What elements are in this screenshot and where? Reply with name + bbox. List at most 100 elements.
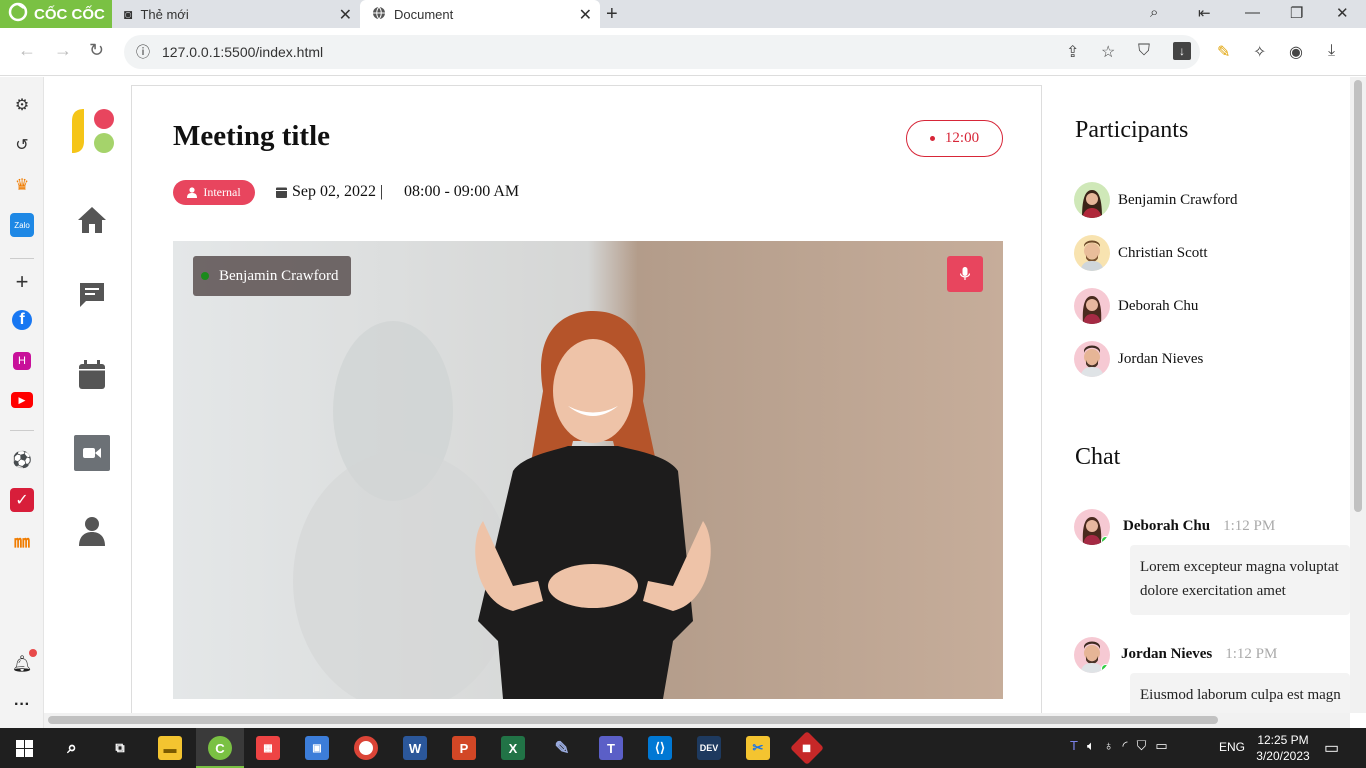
timer-value: 12:00 bbox=[944, 130, 980, 146]
chat-bubble: Eiusmod laborum culpa est magn bbox=[1130, 673, 1350, 713]
user-icon bbox=[187, 187, 198, 198]
mic-tray-icon[interactable]: ♁ bbox=[1104, 738, 1114, 754]
h-app-icon[interactable]: H bbox=[13, 352, 31, 370]
windows-start-icon[interactable] bbox=[12, 736, 36, 760]
language-indicator[interactable]: ENG bbox=[1219, 740, 1245, 754]
chat-message bbox=[1074, 637, 1110, 673]
avatar bbox=[1074, 341, 1110, 377]
back-icon[interactable]: ← bbox=[18, 40, 36, 61]
downloads-icon[interactable]: ⤓ bbox=[1328, 42, 1335, 60]
meeting-time-range: 08:00 - 09:00 AM bbox=[404, 183, 520, 200]
taskbar-clock[interactable]: 12:25 PM 3/20/2023 bbox=[1252, 732, 1314, 764]
football-icon[interactable]: ⚽ bbox=[10, 448, 34, 472]
participant-name: Jordan Nieves bbox=[1118, 350, 1204, 367]
sidebar-toggle-icon[interactable]: ⇤ bbox=[1198, 4, 1211, 22]
word-icon[interactable]: W bbox=[403, 736, 427, 760]
tab-new-tab[interactable]: ◙ Thẻ mới ✕ bbox=[112, 0, 360, 28]
video-call-icon[interactable] bbox=[74, 435, 110, 471]
battery-icon[interactable]: ▭ bbox=[1155, 738, 1167, 754]
history-icon[interactable]: ↺ bbox=[10, 133, 34, 157]
chrome-icon[interactable] bbox=[354, 736, 378, 760]
forward-icon[interactable]: → bbox=[54, 40, 72, 61]
profile-icon[interactable]: ◉ bbox=[1289, 42, 1303, 62]
paint-icon[interactable]: ▣ bbox=[305, 736, 329, 760]
snipping-icon[interactable]: ✂ bbox=[746, 736, 770, 760]
search-icon[interactable]: ⌕ bbox=[60, 736, 84, 760]
participant-item[interactable]: Benjamin Crawford bbox=[1074, 182, 1238, 218]
note-icon[interactable]: ✎ bbox=[1217, 42, 1230, 62]
system-tray: T 🔈︎ ♁ ◜ ⛉ ▭ bbox=[1070, 738, 1168, 754]
volume-icon[interactable]: 🔈︎ bbox=[1087, 738, 1095, 754]
participant-item[interactable]: Christian Scott bbox=[1074, 235, 1208, 271]
app-logo-icon bbox=[70, 107, 116, 158]
close-tab-icon[interactable]: ✕ bbox=[339, 5, 352, 25]
download-video-icon[interactable]: ↓ bbox=[1173, 42, 1191, 60]
wifi-icon[interactable]: ◜ bbox=[1123, 738, 1128, 754]
coccoc-taskbar-icon[interactable]: C bbox=[208, 736, 232, 760]
extensions-icon[interactable]: ✧ bbox=[1253, 42, 1266, 62]
search-tabs-icon[interactable]: ⌕ bbox=[1150, 4, 1158, 21]
close-window-icon[interactable]: ✕ bbox=[1336, 4, 1349, 22]
crown-icon[interactable]: ♛ bbox=[10, 173, 34, 197]
sidebar-divider bbox=[10, 258, 34, 259]
app-icon[interactable]: ▦ bbox=[256, 736, 280, 760]
home-icon[interactable] bbox=[74, 202, 110, 238]
meeting-title: Meeting title bbox=[173, 120, 331, 152]
horizontal-scroll-thumb[interactable] bbox=[48, 716, 1218, 724]
minimize-icon[interactable]: — bbox=[1245, 4, 1260, 21]
avatar bbox=[1074, 509, 1110, 545]
file-explorer-icon[interactable]: ▬ bbox=[158, 736, 182, 760]
tab-document[interactable]: Document ✕ bbox=[360, 0, 600, 28]
task-app-icon[interactable]: ✓ bbox=[10, 488, 34, 512]
chat-heading: Chat bbox=[1075, 444, 1121, 470]
app-navigation bbox=[44, 77, 132, 713]
online-status-dot bbox=[1101, 664, 1110, 673]
security-tray-icon[interactable]: ⛉ bbox=[1137, 738, 1147, 754]
microphone-icon bbox=[960, 267, 970, 280]
microphone-button[interactable] bbox=[947, 256, 983, 292]
new-tab-icon: ◙ bbox=[124, 6, 133, 22]
shield-icon[interactable]: ⛉ bbox=[1138, 42, 1150, 60]
site-info-icon[interactable]: ⓘ bbox=[136, 42, 150, 62]
paint3d-icon[interactable]: ✎ bbox=[550, 736, 574, 760]
maximize-icon[interactable]: ❐ bbox=[1290, 4, 1303, 22]
badge-label: Internal bbox=[203, 185, 241, 199]
vscode-icon[interactable]: ⟨⟩ bbox=[648, 736, 672, 760]
action-center-icon[interactable]: ▭ bbox=[1324, 738, 1339, 758]
meeting-timer: 12:00 bbox=[906, 120, 1003, 157]
speaker-video-image bbox=[173, 241, 1003, 699]
chat-message-header: Deborah Chu 1:12 PM bbox=[1123, 518, 1275, 535]
participant-item[interactable]: Jordan Nieves bbox=[1074, 341, 1203, 377]
more-icon[interactable]: ··· bbox=[10, 693, 34, 717]
settings-gear-icon[interactable]: ⚙ bbox=[10, 93, 34, 117]
speaker-name: Benjamin Crawford bbox=[219, 267, 339, 284]
teams-icon[interactable]: T bbox=[599, 736, 623, 760]
calendar-small-icon bbox=[276, 187, 287, 198]
excel-icon[interactable]: X bbox=[501, 736, 525, 760]
facebook-icon[interactable]: f bbox=[12, 310, 32, 330]
devc-icon[interactable]: DEV bbox=[697, 736, 721, 760]
zalo-icon[interactable]: Zalo bbox=[10, 213, 34, 237]
calendar-icon[interactable] bbox=[74, 357, 110, 393]
speaker-label: Benjamin Crawford bbox=[193, 256, 351, 296]
add-app-icon[interactable]: + bbox=[10, 269, 34, 294]
new-tab-button[interactable]: + bbox=[606, 3, 618, 26]
share-icon[interactable]: ⇪ bbox=[1066, 42, 1079, 62]
user-profile-icon[interactable] bbox=[74, 513, 110, 549]
address-bar[interactable]: ⓘ 127.0.0.1:5500/index.html bbox=[124, 35, 1200, 69]
online-status-dot bbox=[1101, 536, 1110, 545]
reload-icon[interactable]: ↻ bbox=[89, 40, 104, 61]
powerpoint-icon[interactable]: P bbox=[452, 736, 476, 760]
messages-icon[interactable] bbox=[74, 277, 110, 313]
vertical-scroll-thumb[interactable] bbox=[1354, 80, 1362, 512]
teams-tray-icon[interactable]: T bbox=[1070, 738, 1078, 754]
bookmark-star-icon[interactable]: ☆ bbox=[1101, 42, 1115, 62]
browser-brand[interactable]: CỐC CỐC bbox=[0, 0, 112, 28]
close-tab-icon[interactable]: ✕ bbox=[579, 5, 592, 25]
tab-title: Document bbox=[394, 6, 454, 22]
shop-icon[interactable]: ㎜ bbox=[10, 528, 34, 552]
notification-dot bbox=[29, 649, 37, 657]
youtube-icon[interactable]: ▶ bbox=[11, 392, 33, 408]
task-view-icon[interactable]: ⧉ bbox=[108, 736, 132, 760]
participant-item[interactable]: Deborah Chu bbox=[1074, 288, 1198, 324]
